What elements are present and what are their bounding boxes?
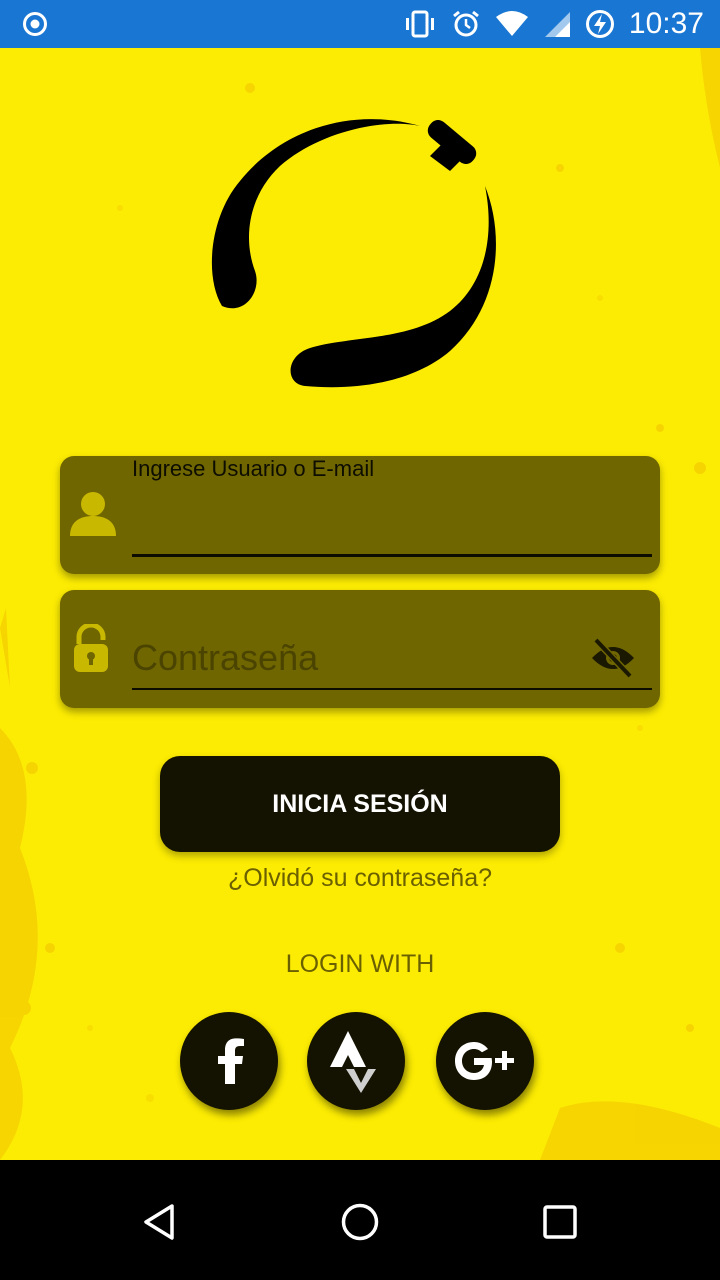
back-button[interactable] — [130, 1192, 190, 1252]
lock-icon — [74, 624, 108, 672]
status-time: 10:37 — [628, 7, 704, 40]
login-with-label: LOGIN WITH — [285, 950, 435, 978]
username-field[interactable]: Ingrese Usuario o E-mail — [60, 456, 660, 574]
facebook-login-button[interactable] — [180, 1012, 278, 1110]
google-plus-icon — [455, 1042, 514, 1080]
username-underline — [132, 554, 652, 557]
strava-login-button[interactable] — [307, 1012, 405, 1110]
home-icon — [341, 1203, 379, 1241]
home-button[interactable] — [330, 1192, 390, 1252]
circle-logo-icon — [211, 119, 496, 388]
password-input[interactable] — [132, 634, 572, 682]
forgot-password-link[interactable]: ¿Olvidó su contraseña? — [0, 864, 720, 893]
record-icon — [23, 12, 47, 36]
eye-off-icon[interactable] — [590, 638, 636, 678]
user-icon — [70, 492, 116, 536]
password-underline — [132, 688, 652, 690]
password-field[interactable] — [60, 590, 660, 708]
login-button[interactable]: INICIA SESIÓN — [160, 756, 560, 852]
recent-apps-icon — [543, 1205, 577, 1239]
back-icon — [144, 1204, 174, 1240]
navigation-bar — [0, 1160, 720, 1280]
strava-icon — [330, 1031, 376, 1093]
battery-charging-icon — [585, 10, 614, 38]
alarm-icon — [452, 10, 479, 37]
vibrate-icon — [405, 10, 434, 38]
status-bar: 10:37 — [0, 0, 720, 48]
google-plus-login-button[interactable] — [436, 1012, 534, 1110]
wifi-icon — [495, 11, 528, 36]
username-label: Ingrese Usuario o E-mail — [132, 456, 375, 481]
recent-apps-button[interactable] — [530, 1192, 590, 1252]
signal-icon — [544, 12, 570, 37]
facebook-icon — [218, 1038, 244, 1084]
login-screen: Ingrese Usuario o E-mail INICIA SESIÓN ¿… — [0, 48, 720, 1160]
